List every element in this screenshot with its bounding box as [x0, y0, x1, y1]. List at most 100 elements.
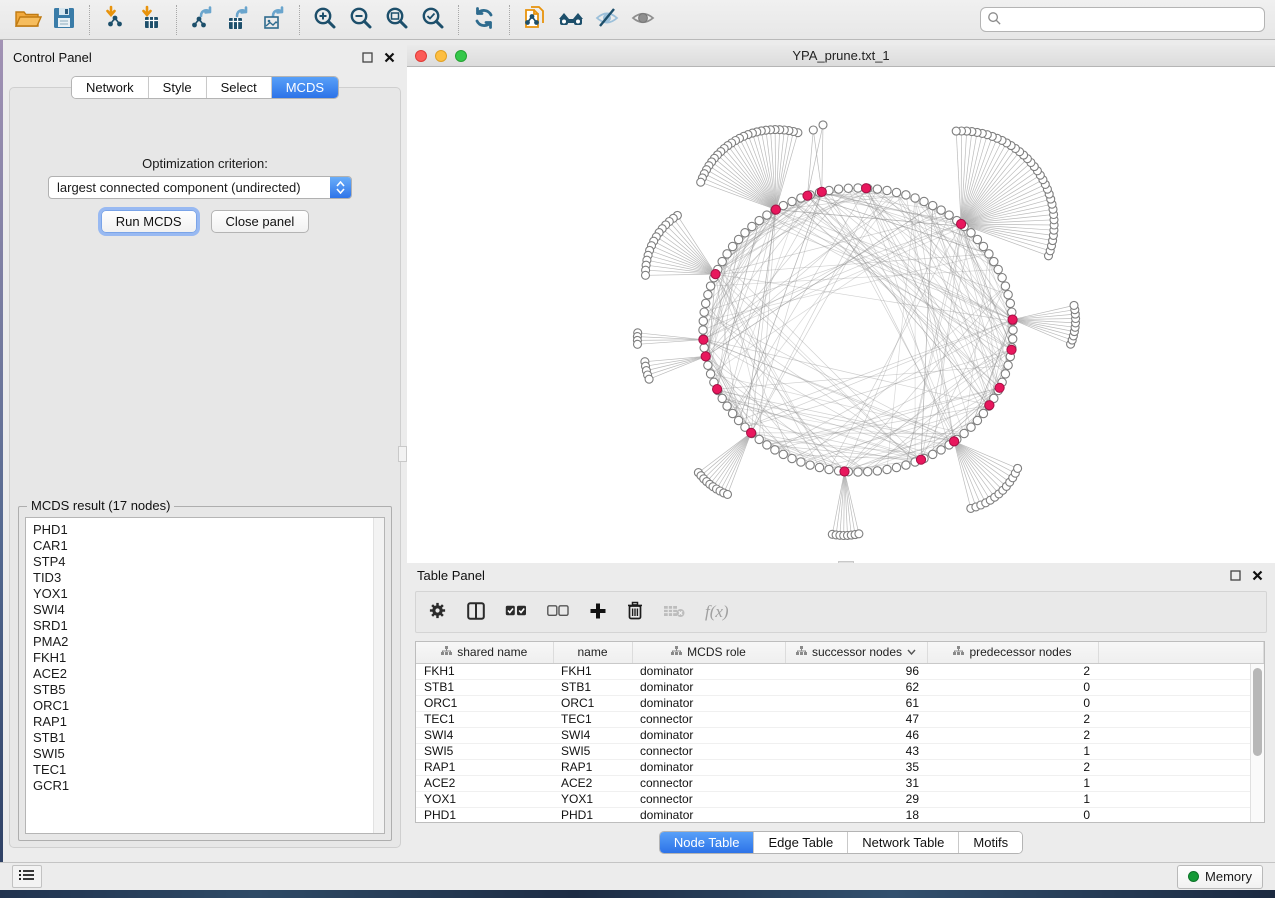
cell-successor_nodes: 43	[785, 743, 927, 759]
select-all-check-button[interactable]	[505, 605, 527, 620]
import-network-button[interactable]	[97, 4, 133, 36]
delete-row-icon	[627, 601, 643, 623]
import-table-button[interactable]	[133, 4, 169, 36]
cell-name: RAP1	[553, 759, 632, 775]
table-row[interactable]: TEC1TEC1connector472	[416, 711, 1264, 727]
clone-network-button[interactable]	[517, 4, 553, 36]
result-node-item[interactable]: PMA2	[33, 634, 384, 650]
cell-mcds_role: connector	[632, 711, 785, 727]
tab-network-table[interactable]: Network Table	[847, 832, 958, 853]
result-node-item[interactable]: SRD1	[33, 618, 384, 634]
table-scrollbar[interactable]	[1250, 664, 1264, 822]
result-node-item[interactable]: ORC1	[33, 698, 384, 714]
column-header-name[interactable]: name	[553, 642, 632, 663]
result-node-item[interactable]: STB1	[33, 730, 384, 746]
run-mcds-button[interactable]: Run MCDS	[101, 210, 197, 233]
tab-select[interactable]: Select	[206, 77, 271, 98]
open-folder-button[interactable]	[10, 4, 46, 36]
zoom-out-button[interactable]	[343, 4, 379, 36]
cell-name: STB1	[553, 679, 632, 695]
zoom-out-icon	[348, 5, 374, 34]
delete-row-button[interactable]	[627, 601, 643, 623]
zoom-selected-icon	[420, 5, 446, 34]
tab-node-table[interactable]: Node Table	[660, 832, 754, 853]
table-row[interactable]: YOX1YOX1connector291	[416, 791, 1264, 807]
table-row[interactable]: SWI4SWI4dominator462	[416, 727, 1264, 743]
zoom-selected-button[interactable]	[415, 4, 451, 36]
search-input[interactable]	[1006, 12, 1258, 27]
network-titlebar[interactable]: YPA_prune.txt_1	[407, 45, 1275, 67]
table-row[interactable]: PHD1PHD1dominator180	[416, 807, 1264, 823]
save-icon	[51, 5, 77, 34]
result-node-item[interactable]: RAP1	[33, 714, 384, 730]
task-history-button[interactable]	[12, 865, 42, 888]
tab-motifs[interactable]: Motifs	[958, 832, 1022, 853]
save-button[interactable]	[46, 4, 82, 36]
table-scrollbar-thumb[interactable]	[1253, 668, 1262, 756]
cell-predecessor_nodes: 1	[927, 791, 1098, 807]
tab-style[interactable]: Style	[148, 77, 206, 98]
column-header-predecessor-nodes[interactable]: predecessor nodes	[927, 642, 1098, 663]
result-node-item[interactable]: FKH1	[33, 650, 384, 666]
column-type-icon	[796, 645, 807, 659]
control-panel: Control Panel NetworkStyleSelectMCDS Opt…	[3, 45, 407, 862]
float-window-icon[interactable]	[359, 49, 375, 65]
table-row[interactable]: ACE2ACE2connector311	[416, 775, 1264, 791]
network-canvas[interactable]	[407, 67, 1273, 563]
columns-button[interactable]	[467, 602, 485, 623]
result-node-item[interactable]: GCR1	[33, 778, 384, 794]
table-row[interactable]: FKH1FKH1dominator962	[416, 663, 1264, 679]
result-scrollbar[interactable]	[373, 518, 384, 833]
memory-button[interactable]: Memory	[1177, 865, 1263, 889]
column-header-MCDS-role[interactable]: MCDS role	[632, 642, 785, 663]
export-table-button[interactable]	[220, 4, 256, 36]
result-node-item[interactable]: TEC1	[33, 762, 384, 778]
column-header-successor-nodes[interactable]: successor nodes	[785, 642, 927, 663]
cell-name: FKH1	[553, 663, 632, 679]
result-node-item[interactable]: PHD1	[33, 522, 384, 538]
result-node-item[interactable]: CAR1	[33, 538, 384, 554]
float-table-panel-icon[interactable]	[1227, 567, 1243, 583]
table-row[interactable]: SWI5SWI5connector431	[416, 743, 1264, 759]
show-glyphs-button[interactable]	[625, 4, 661, 36]
refresh-button[interactable]	[466, 4, 502, 36]
cell-successor_nodes: 35	[785, 759, 927, 775]
table-row[interactable]: STB1STB1dominator620	[416, 679, 1264, 695]
vertical-splitter-grip[interactable]	[398, 446, 407, 462]
result-node-item[interactable]: YOX1	[33, 586, 384, 602]
column-header-shared-name[interactable]: shared name	[416, 642, 553, 663]
clone-network-icon	[522, 5, 548, 34]
result-node-item[interactable]: TID3	[33, 570, 384, 586]
table-row[interactable]: RAP1RAP1dominator352	[416, 759, 1264, 775]
close-panel-button[interactable]: Close panel	[211, 210, 310, 233]
cell-shared_name: PHD1	[416, 807, 553, 823]
criterion-dropdown[interactable]: largest connected component (undirected)	[48, 176, 352, 199]
zoom-fit-button[interactable]	[379, 4, 415, 36]
cell-name: YOX1	[553, 791, 632, 807]
status-bar: Memory	[0, 862, 1275, 890]
search-field[interactable]	[980, 7, 1265, 32]
result-node-item[interactable]: SWI4	[33, 602, 384, 618]
result-node-item[interactable]: STB5	[33, 682, 384, 698]
deselect-all-check-icon	[547, 605, 569, 620]
toolbar-separator	[299, 5, 300, 35]
zoom-in-button[interactable]	[307, 4, 343, 36]
close-table-panel-icon[interactable]	[1249, 567, 1265, 583]
mcds-result-list[interactable]: PHD1CAR1STP4TID3YOX1SWI4SRD1PMA2FKH1ACE2…	[25, 517, 385, 834]
add-row-button[interactable]	[589, 602, 607, 623]
hide-glyphs-button[interactable]	[589, 4, 625, 36]
table-row[interactable]: ORC1ORC1dominator610	[416, 695, 1264, 711]
search-all-button[interactable]	[553, 4, 589, 36]
result-node-item[interactable]: SWI5	[33, 746, 384, 762]
tab-edge-table[interactable]: Edge Table	[753, 832, 847, 853]
gear-button[interactable]	[428, 601, 447, 623]
result-node-item[interactable]: STP4	[33, 554, 384, 570]
tab-network[interactable]: Network	[72, 77, 148, 98]
export-image-button[interactable]	[256, 4, 292, 36]
close-panel-icon[interactable]	[381, 49, 397, 65]
deselect-all-check-button[interactable]	[547, 605, 569, 620]
cell-successor_nodes: 62	[785, 679, 927, 695]
tab-mcds[interactable]: MCDS	[271, 77, 338, 98]
export-network-button[interactable]	[184, 4, 220, 36]
result-node-item[interactable]: ACE2	[33, 666, 384, 682]
